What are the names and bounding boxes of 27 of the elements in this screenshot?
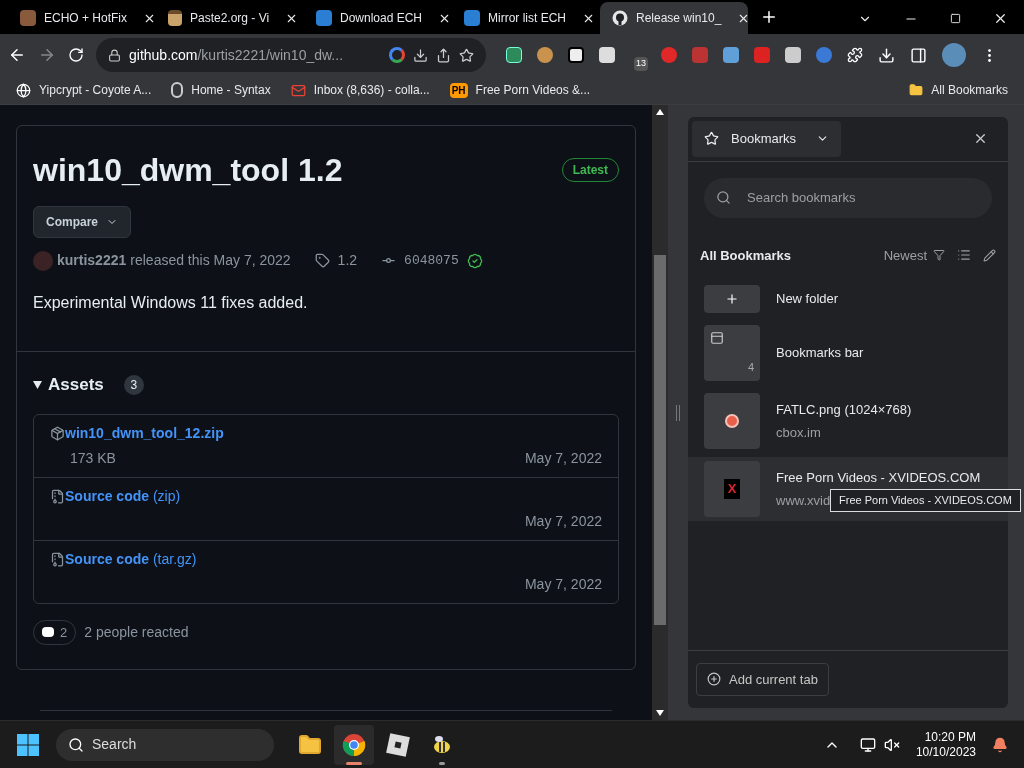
bookmark-url: www.xvid [776, 492, 831, 510]
site-favicon-icon: X [723, 479, 741, 499]
tooltip: Free Porn Videos - XVIDEOS.COM [830, 489, 1021, 512]
tab-title: Release win10_ [636, 10, 722, 27]
site-logo: PH [449, 82, 468, 98]
tab-title: Paste2.org - Vi [190, 10, 270, 27]
bookmark-count: 4 [747, 359, 754, 375]
bookmark-title: Free Porn Videos - XVIDEOS.COM [776, 468, 981, 487]
badge-count: 13 [634, 57, 648, 71]
bookmark-title: Bookmarks bar [776, 344, 864, 363]
list-heading: All Bookmarks [700, 246, 792, 265]
asset-date: May 7, 2022 [524, 511, 602, 531]
release-date-text: released this May 7, 2022 [130, 251, 291, 270]
tab-title: Mirror list ECH [488, 10, 566, 27]
bookmark-title: New folder [776, 290, 839, 309]
release-notes: Experimental Windows 11 fixes added. [33, 293, 309, 313]
url-text: github.com/kurtis2221/win10_dw... [129, 45, 344, 65]
bookmark-url: cbox.im [776, 424, 821, 442]
asset-date: May 7, 2022 [524, 574, 602, 594]
release-title: win10_dwm_tool 1.2 [33, 151, 343, 190]
asset-date: May 7, 2022 [524, 448, 602, 468]
reaction-summary: 2 people reacted [84, 622, 189, 642]
tab-title: ECHO + HotFix [44, 10, 127, 27]
tab-title: Download ECH [340, 10, 423, 27]
bookmark-title: FATLC.png (1024×768) [776, 400, 912, 419]
asset-size: 173 KB [70, 448, 116, 468]
assets-count: 3 [123, 374, 144, 395]
